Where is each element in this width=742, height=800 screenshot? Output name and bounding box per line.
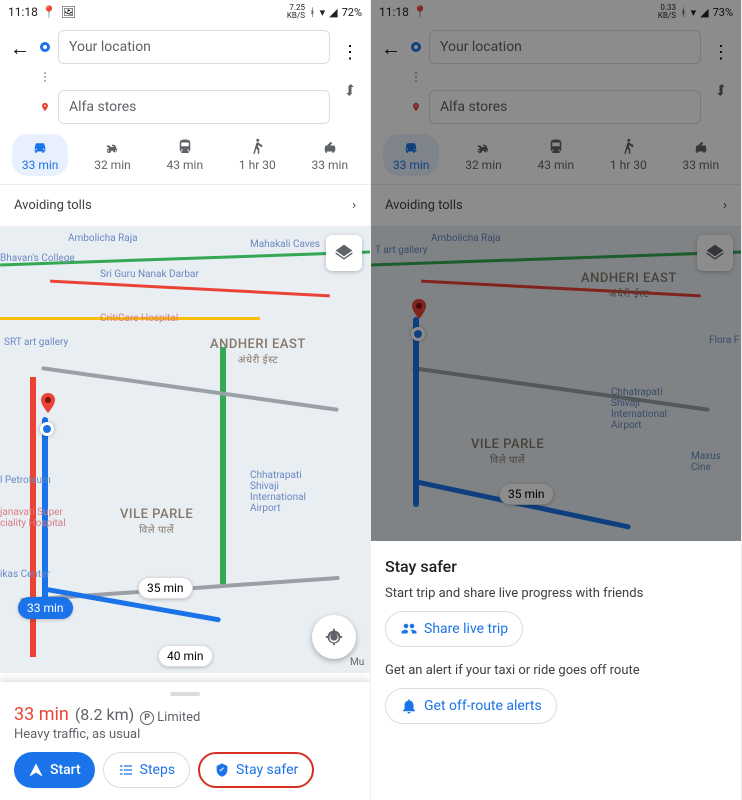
share-description: Start trip and share live progress with … <box>385 586 727 601</box>
signal-icon: ◢ <box>329 6 337 19</box>
mode-car[interactable]: 33 min <box>12 134 69 176</box>
layers-button[interactable] <box>326 235 362 271</box>
options-row[interactable]: Avoiding tolls › <box>0 185 370 227</box>
stay-safer-button[interactable]: Stay safer <box>198 752 314 788</box>
back-button[interactable]: ← <box>8 36 32 60</box>
destination-pin-icon <box>40 102 50 112</box>
image-icon: 🖼 <box>61 5 76 19</box>
route-bubble[interactable]: 35 min <box>138 577 193 599</box>
location-icon: 📍 <box>42 5 57 19</box>
parking-indicator: PLimited <box>140 710 200 725</box>
start-button[interactable]: Start <box>14 752 95 788</box>
destination-input[interactable]: Alfa stores <box>58 90 330 124</box>
route-bubble-primary[interactable]: 33 min <box>18 597 73 619</box>
wifi-icon: ▾ <box>320 6 326 19</box>
my-location-button[interactable] <box>312 615 356 659</box>
battery-text: 72% <box>342 6 362 19</box>
overflow-menu-button[interactable]: ⋮ <box>338 32 362 72</box>
map[interactable]: ANDHERI EASTअंधेरी ईस्ट VILE PARLEविले प… <box>0 227 370 673</box>
origin-dot-icon <box>40 42 50 52</box>
mode-transit[interactable]: 43 min <box>157 134 214 176</box>
chevron-right-icon: › <box>352 198 356 213</box>
alert-description: Get an alert if your taxi or ride goes o… <box>385 663 727 678</box>
travel-modes: 33 min 32 min 43 min 1 hr 30 33 min <box>0 124 370 185</box>
stay-safer-sheet: Stay safer Start trip and share live pro… <box>371 541 741 800</box>
route-header: ← Your location Alfa stores ⋮ <box>0 24 370 124</box>
route-bubble[interactable]: 40 min <box>158 645 213 667</box>
trip-time: 33 min <box>14 704 69 725</box>
mode-walk[interactable]: 1 hr 30 <box>229 134 286 176</box>
steps-button[interactable]: Steps <box>103 752 190 788</box>
drag-handle-icon[interactable] <box>170 692 200 696</box>
share-live-trip-button[interactable]: Share live trip <box>385 611 523 647</box>
get-off-route-alerts-button[interactable]: Get off-route alerts <box>385 688 557 724</box>
origin-input[interactable]: Your location <box>58 30 330 64</box>
status-time: 11:18 <box>8 5 38 19</box>
mode-taxi[interactable]: 33 min <box>302 134 359 176</box>
scrim-overlay[interactable] <box>371 0 741 568</box>
current-location-icon <box>40 422 54 436</box>
bottom-sheet[interactable]: 33 min (8.2 km) PLimited Heavy traffic, … <box>0 682 370 800</box>
swap-button[interactable] <box>338 78 362 102</box>
sheet-title: Stay safer <box>385 557 727 576</box>
screen-right: 11:18 📍 0.33KB/S ᚼ ▾ ◢ 73% ← Your locati… <box>371 0 742 800</box>
trip-distance: (8.2 km) <box>75 705 134 724</box>
destination-marker-icon <box>36 391 60 415</box>
screen-left: 11:18 📍 🖼 7.25KB/S ᚼ ▾ ◢ 72% ← Your loca… <box>0 0 371 800</box>
route-dots-icon <box>40 72 50 82</box>
bluetooth-icon: ᚼ <box>309 6 316 19</box>
traffic-status: Heavy traffic, as usual <box>14 727 356 742</box>
mode-moto[interactable]: 32 min <box>84 134 141 176</box>
status-bar: 11:18 📍 🖼 7.25KB/S ᚼ ▾ ◢ 72% <box>0 0 370 24</box>
